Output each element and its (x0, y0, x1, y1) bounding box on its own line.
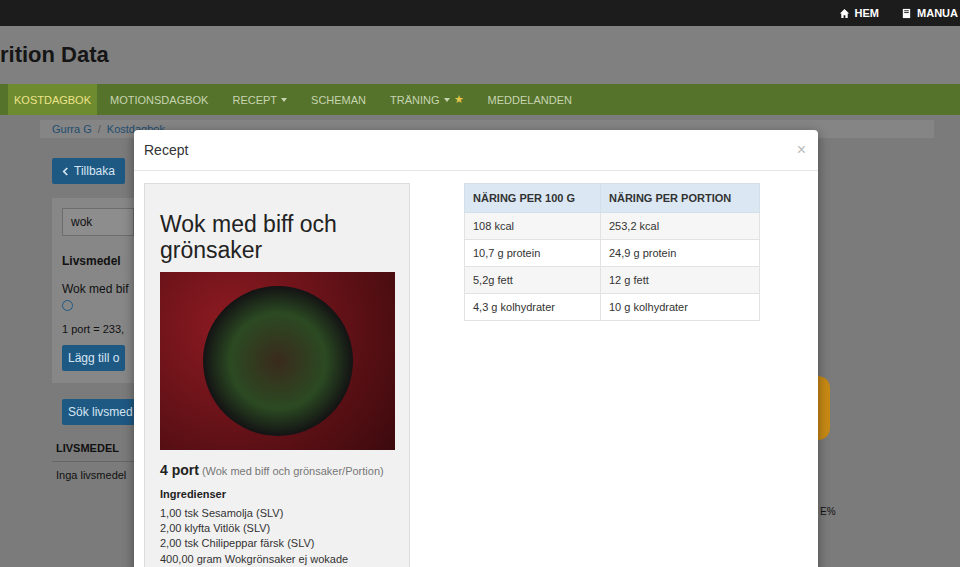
nutrition-cell: 108 kcal (465, 213, 601, 240)
nutrition-cell: 253,2 kcal (601, 213, 760, 240)
app-header: rition Data (0, 26, 960, 84)
ingredients-title: Ingredienser (160, 488, 394, 500)
progress-ring (818, 376, 830, 440)
nutrition-cell: 4,3 g kolhydrater (465, 294, 601, 321)
results-header: Livsmedel (62, 254, 121, 268)
breadcrumb-item[interactable]: Gurra G (52, 123, 92, 135)
table-empty: Inga livsmedel (52, 462, 134, 488)
nutrition-row: 4,3 g kolhydrater10 g kolhydrater (465, 294, 760, 321)
back-button[interactable]: Tillbaka (52, 158, 125, 184)
portions: 4 port(Wok med biff och grönsaker/Portio… (160, 462, 394, 478)
main-nav: KOSTDAGBOKMOTIONSDAGBOKRECEPTSCHEMANTRÄN… (0, 84, 960, 115)
search-input[interactable]: wok (62, 208, 134, 236)
nav-item[interactable]: RECEPT (221, 84, 298, 115)
result-portion: 1 port = 233, (62, 323, 124, 335)
nutrition-row: 10,7 g protein24,9 g protein (465, 240, 760, 267)
side-reading: E% (820, 506, 836, 517)
column-header: NÄRING PER PORTION (601, 184, 760, 213)
ingredient: 2,00 tsk Chilipeppar färsk (SLV) (160, 536, 394, 551)
left-column: Tillbaka wok Livsmedel Wok med bif 1 port = … (40, 138, 140, 517)
nav-item[interactable]: TRÄNING★ (379, 84, 475, 115)
close-button[interactable]: × (797, 142, 806, 158)
nutrition-row: 108 kcal253,2 kcal (465, 213, 760, 240)
screen: HEM MANUA rition Data KOSTDAGBOKMOTIONSDAGB… (0, 0, 960, 567)
ingredient: 2,00 klyfta Vitlök (SLV) (160, 521, 394, 536)
caret-icon (444, 98, 450, 102)
right-column: E% (818, 138, 960, 517)
top-bar: HEM MANUA (0, 0, 960, 26)
ingredient: 1,00 tsk Sesamolja (SLV) (160, 506, 394, 521)
nutrition-cell: 12 g fett (601, 267, 760, 294)
nav-item[interactable]: KOSTDAGBOK (8, 84, 97, 115)
chevron-left-icon (62, 167, 69, 176)
home-icon (839, 8, 850, 19)
caret-icon (281, 98, 287, 102)
book-icon (901, 8, 912, 19)
nutrition-cell: 10 g kolhydrater (601, 294, 760, 321)
recipe-photo (160, 272, 395, 450)
result-item[interactable]: Wok med bif (62, 282, 128, 296)
search-panel: wok Livsmedel Wok med bif 1 port = 233, Lägg… (52, 198, 134, 383)
recipe-modal: Recept × Wok med biff och grönsaker 4 port(… (134, 130, 818, 567)
food-table: LIVSMEDELInga livsmedel (52, 435, 134, 488)
recipe-title: Wok med biff och grönsaker (160, 212, 394, 264)
nutrition-cell: 24,9 g protein (601, 240, 760, 267)
recipe-card: Wok med biff och grönsaker 4 port(Wok med… (144, 183, 410, 567)
column-header: NÄRING PER 100 G (465, 184, 601, 213)
star-badge: ★ (454, 93, 464, 106)
app-title: rition Data (0, 42, 109, 68)
ingredient: 400,00 gram Wokgrönsaker ej wokade (160, 552, 394, 567)
top-link[interactable]: HEM (839, 7, 879, 19)
nav-item[interactable]: MOTIONSDAGBOK (99, 84, 219, 115)
nutrition-cell: 5,2g fett (465, 267, 601, 294)
registered-icon (62, 300, 73, 311)
nutrition-table: NÄRING PER 100 GNÄRING PER PORTION108 kc… (464, 183, 760, 321)
nutrition-row: 5,2g fett12 g fett (465, 267, 760, 294)
nutrition-cell: 10,7 g protein (465, 240, 601, 267)
top-link[interactable]: MANUA (901, 7, 958, 19)
nav-item[interactable]: SCHEMAN (300, 84, 377, 115)
modal-header: Recept × (134, 130, 818, 171)
nav-item[interactable]: MEDDELANDEN (477, 84, 583, 115)
table-header: LIVSMEDEL (52, 435, 134, 462)
modal-title: Recept (144, 142, 188, 158)
search-food-button[interactable]: Sök livsmed (62, 399, 139, 425)
add-button[interactable]: Lägg till o (62, 345, 125, 371)
